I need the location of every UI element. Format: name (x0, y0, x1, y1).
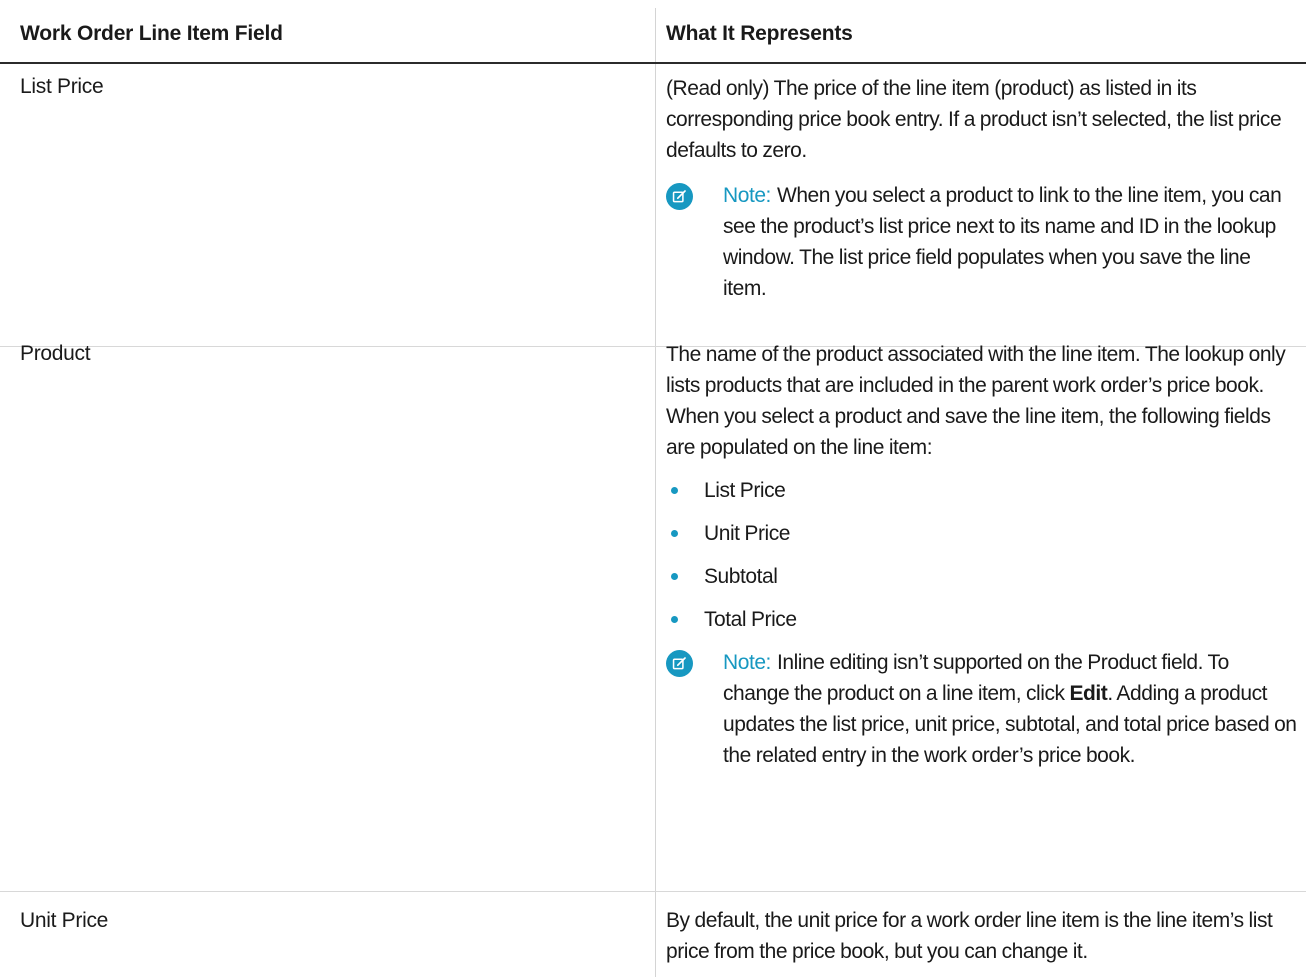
edit-note-icon-glyph (672, 190, 686, 203)
field-name-list-price: List Price (20, 75, 104, 98)
populated-fields-list: List Price Unit Price Subtotal Total Pri… (666, 475, 1298, 635)
list-item-label: Total Price (704, 608, 797, 631)
note-label: Note: (723, 184, 771, 207)
field-name-product: Product (20, 342, 91, 365)
description-product: The name of the product associated with … (666, 339, 1298, 771)
list-item-label: Unit Price (704, 522, 791, 545)
list-item: Unit Price (666, 518, 1298, 549)
bullet-dot (671, 616, 678, 623)
bullet-dot (671, 530, 678, 537)
list-item-label: List Price (704, 479, 786, 502)
description-text: (Read only) The price of the line item (… (666, 77, 1282, 162)
note-label: Note: (723, 651, 771, 674)
header-rule (0, 62, 1306, 64)
row-divider (0, 891, 1306, 892)
header-represents: What It Represents (666, 22, 853, 45)
description-list-price: (Read only) The price of the line item (… (666, 73, 1298, 304)
field-reference-table: Work Order Line Item Field What It Repre… (0, 0, 1306, 977)
description-text: By default, the unit price for a work or… (666, 909, 1273, 963)
field-name-unit-price: Unit Price (20, 909, 109, 932)
bullet-dot (671, 487, 678, 494)
edit-term: Edit (1069, 682, 1108, 705)
bullet-dot (671, 573, 678, 580)
note-block: Note: Inline editing isn’t supported on t… (666, 647, 1298, 771)
note-block: Note: When you select a product to link t… (666, 180, 1298, 304)
list-item: List Price (666, 475, 1298, 506)
list-item: Subtotal (666, 561, 1298, 592)
edit-note-icon (666, 183, 693, 210)
note-text: When you select a product to link to the… (723, 184, 1282, 300)
list-item: Total Price (666, 604, 1298, 635)
column-divider (655, 8, 656, 977)
list-item-label: Subtotal (704, 565, 778, 588)
edit-note-icon (666, 650, 693, 677)
header-field: Work Order Line Item Field (20, 22, 283, 45)
edit-note-icon-glyph (672, 657, 686, 670)
description-text: The name of the product associated with … (666, 343, 1286, 459)
description-unit-price: By default, the unit price for a work or… (666, 905, 1298, 967)
